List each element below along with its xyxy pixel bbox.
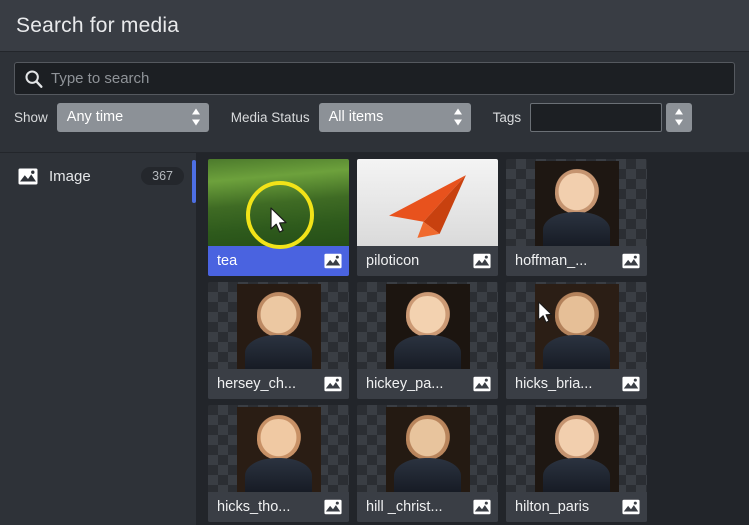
thumbnail-tile[interactable]: hilton_paris <box>506 405 647 522</box>
thumbnail-tile[interactable]: hicks_bria... <box>506 282 647 399</box>
media-grid-item[interactable]: hill _christ... <box>353 402 502 525</box>
media-grid-item[interactable]: hicks_bria... <box>502 279 651 402</box>
media-results-grid[interactable]: tea piloticon hoffman_... hersey_ch... h… <box>196 153 749 525</box>
media-type-sidebar: Image 367 <box>0 153 196 525</box>
image-icon <box>324 376 342 392</box>
page-title: Search for media <box>16 13 180 37</box>
image-icon <box>622 376 640 392</box>
media-item-name: hicks_bria... <box>515 376 593 392</box>
image-icon <box>622 253 640 269</box>
thumbnail-image <box>236 284 321 372</box>
thumbnail-tile[interactable]: hickey_pa... <box>357 282 498 399</box>
media-item-caption: hilton_paris <box>506 492 647 522</box>
sidebar-item-image[interactable]: Image 367 <box>0 159 196 193</box>
updown-spinner-icon <box>191 108 201 126</box>
thumbnail-tile[interactable]: hoffman_... <box>506 159 647 276</box>
thumbnail-image <box>385 284 470 372</box>
search-for-media-window: Search for media Type to search Show Any… <box>0 0 749 525</box>
thumbnail-image <box>236 407 321 495</box>
show-dropdown[interactable]: Any time <box>56 102 209 132</box>
window-titlebar: Search for media <box>0 0 749 52</box>
updown-spinner-icon <box>675 108 684 126</box>
show-label: Show <box>14 109 48 125</box>
sidebar-item-count: 367 <box>141 166 184 186</box>
thumbnail-tile[interactable]: tea <box>208 159 349 276</box>
media-status-label: Media Status <box>230 109 310 125</box>
media-grid-item[interactable]: piloticon <box>353 156 502 279</box>
thumbnail-tile[interactable]: hicks_tho... <box>208 405 349 522</box>
media-item-name: tea <box>217 253 238 269</box>
media-item-caption: hickey_pa... <box>357 369 498 399</box>
media-item-name: hoffman_... <box>515 253 588 269</box>
media-grid-item[interactable]: tea <box>204 156 353 279</box>
thumbnail-image <box>208 159 349 250</box>
media-item-caption: hoffman_... <box>506 246 647 276</box>
media-item-caption: hersey_ch... <box>208 369 349 399</box>
tags-input[interactable] <box>530 102 663 132</box>
media-item-caption: hicks_bria... <box>506 369 647 399</box>
thumbnail-image <box>534 407 619 495</box>
show-dropdown-value: Any time <box>66 109 124 125</box>
search-placeholder: Type to search <box>51 70 150 87</box>
image-icon <box>473 376 491 392</box>
image-icon <box>18 168 38 184</box>
search-input[interactable]: Type to search <box>14 62 735 95</box>
image-icon <box>324 499 342 515</box>
content-body: Image 367 tea piloticon hoffman_... hers… <box>0 152 749 525</box>
search-icon <box>25 69 43 88</box>
image-icon <box>324 253 342 269</box>
media-grid-item[interactable]: hoffman_... <box>502 156 651 279</box>
media-status-dropdown[interactable]: All items <box>318 102 471 132</box>
tags-control <box>530 102 693 132</box>
media-status-dropdown-value: All items <box>328 109 384 125</box>
image-icon <box>622 499 640 515</box>
media-item-name: hicks_tho... <box>217 499 291 515</box>
thumbnail-image <box>357 159 498 250</box>
search-strip: Type to search <box>0 52 749 95</box>
thumbnail-tile[interactable]: hill _christ... <box>357 405 498 522</box>
media-item-caption: piloticon <box>357 246 498 276</box>
thumbnail-tile[interactable]: piloticon <box>357 159 498 276</box>
media-grid-item[interactable]: hickey_pa... <box>353 279 502 402</box>
updown-spinner-icon <box>453 108 463 126</box>
media-grid-item[interactable]: hicks_tho... <box>204 402 353 525</box>
image-icon <box>473 499 491 515</box>
image-icon <box>473 253 491 269</box>
thumbnail-image <box>385 407 470 495</box>
media-item-name: hill _christ... <box>366 499 443 515</box>
media-grid-item[interactable]: hersey_ch... <box>204 279 353 402</box>
media-item-name: piloticon <box>366 253 420 269</box>
media-item-caption: hill _christ... <box>357 492 498 522</box>
media-item-caption: tea <box>208 246 349 276</box>
thumbnail-image <box>534 161 619 249</box>
thumbnail-tile[interactable]: hersey_ch... <box>208 282 349 399</box>
tags-dropdown-button[interactable] <box>666 102 693 132</box>
media-item-name: hickey_pa... <box>366 376 444 392</box>
media-item-caption: hicks_tho... <box>208 492 349 522</box>
sidebar-item-label: Image <box>49 167 91 185</box>
filter-bar: Show Any time Media Status All items Tag… <box>0 95 749 139</box>
media-item-name: hilton_paris <box>515 499 590 515</box>
media-item-name: hersey_ch... <box>217 376 296 392</box>
media-grid-item[interactable]: hilton_paris <box>502 402 651 525</box>
tags-label: Tags <box>492 109 522 125</box>
thumbnail-image <box>534 284 619 372</box>
